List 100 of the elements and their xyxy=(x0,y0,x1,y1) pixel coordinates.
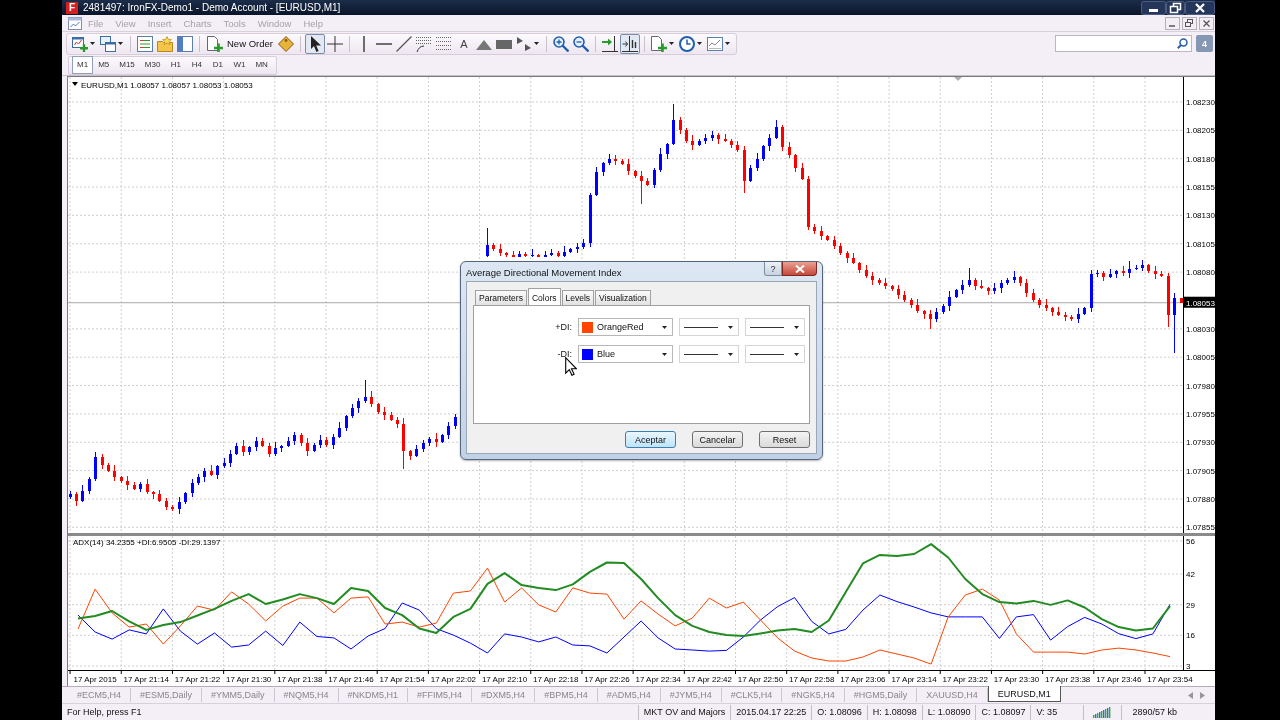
panel-icon[interactable] xyxy=(177,35,193,52)
timeframe-button[interactable]: H4 xyxy=(186,56,208,74)
status-cell: O: 1.08096 xyxy=(811,704,867,720)
timeframe-button[interactable]: M30 xyxy=(139,56,166,74)
line-sample-icon xyxy=(684,353,718,355)
signal-bars-icon xyxy=(1093,706,1113,718)
tab[interactable]: Parameters xyxy=(475,290,527,305)
diagonal-line-icon[interactable] xyxy=(395,35,412,52)
axis-shift-icon[interactable] xyxy=(619,33,640,54)
axis-label: 42 xyxy=(1186,570,1195,579)
caret-icon[interactable] xyxy=(118,42,123,45)
close-button[interactable] xyxy=(782,262,817,276)
time-label: 17 Apr 21:38 xyxy=(277,675,323,684)
caret-icon[interactable] xyxy=(728,325,733,329)
windows-icon[interactable] xyxy=(100,35,116,52)
axis-label: 56 xyxy=(1186,537,1195,546)
pointer-icon[interactable] xyxy=(304,33,325,54)
document-plus-icon[interactable] xyxy=(650,35,667,52)
indicator-legend: ADX(14) 34.2355 +DI:6.9505 -DI:29.1397 xyxy=(73,538,221,547)
zoom-out-icon[interactable] xyxy=(572,35,589,52)
status-cell: MKT OV and Majors xyxy=(637,704,731,720)
tab[interactable]: Colors xyxy=(527,288,561,306)
field-label: +DI: xyxy=(554,322,572,332)
caret-icon[interactable] xyxy=(662,325,667,329)
marker-triangle-icon xyxy=(954,77,962,81)
time-label: 17 Apr 22:10 xyxy=(481,675,528,684)
search-icon[interactable] xyxy=(1177,38,1188,49)
caret-icon[interactable] xyxy=(662,352,667,356)
candlestick xyxy=(434,432,438,448)
time-label: 17 Apr 21:46 xyxy=(328,675,374,684)
caret-icon[interactable] xyxy=(794,352,799,356)
close-icon[interactable] xyxy=(1185,0,1215,15)
timeframe-button[interactable]: D1 xyxy=(207,56,229,74)
help-button[interactable]: ? xyxy=(764,262,782,276)
dialog-button[interactable]: Cancelar xyxy=(692,431,743,448)
axis-arrow-icon[interactable] xyxy=(601,35,618,52)
candlestick xyxy=(222,457,226,469)
text-tool[interactable]: A xyxy=(455,35,472,52)
line-style-dropdown[interactable] xyxy=(679,318,739,336)
tab[interactable]: Visualization xyxy=(595,290,651,305)
caret-icon[interactable] xyxy=(728,352,733,356)
candlestick xyxy=(672,103,676,146)
caret-icon[interactable] xyxy=(724,42,730,45)
color-dropdown[interactable]: OrangeRed xyxy=(578,318,673,336)
caret-icon[interactable] xyxy=(90,42,95,45)
candlestick xyxy=(774,119,778,140)
line-sample-icon xyxy=(684,326,718,328)
timeframe-button[interactable]: MN xyxy=(250,56,273,74)
time-label: 17 Apr 22:34 xyxy=(635,675,681,684)
candlestick xyxy=(935,307,939,323)
time-label: 17 Apr 23:22 xyxy=(942,675,988,684)
timeframe-button[interactable]: M1 xyxy=(72,56,94,74)
timeframe-button[interactable]: H1 xyxy=(165,56,187,74)
caret-icon[interactable] xyxy=(668,42,674,45)
time-label: 17 Apr 2015 xyxy=(73,675,117,684)
caret-icon[interactable] xyxy=(794,325,799,329)
caret-icon[interactable] xyxy=(533,42,539,45)
price-label: 1.08155 xyxy=(1186,183,1215,193)
candlestick xyxy=(325,436,329,448)
caret-icon[interactable] xyxy=(696,42,702,45)
timeframe-button[interactable]: M15 xyxy=(114,56,140,74)
search-field[interactable] xyxy=(1055,35,1192,52)
price-label: 1.07880 xyxy=(1186,494,1215,504)
restore-icon[interactable] xyxy=(1166,0,1185,15)
close-icon[interactable] xyxy=(1199,16,1214,30)
channel-icon[interactable] xyxy=(415,35,432,52)
candlestick xyxy=(768,133,772,152)
clock-icon[interactable] xyxy=(678,35,695,52)
arrow-left-icon[interactable] xyxy=(1188,691,1193,699)
star-folder-icon[interactable] xyxy=(157,35,173,52)
candlestick xyxy=(1134,264,1138,271)
dialog-button[interactable]: Reset xyxy=(759,431,810,448)
candlestick xyxy=(190,478,194,498)
price-label: 1.07955 xyxy=(1186,409,1215,419)
line-width-dropdown[interactable] xyxy=(745,318,805,336)
dialog-button[interactable]: Aceptar xyxy=(625,431,676,448)
document-icon[interactable] xyxy=(68,16,82,30)
candlestick xyxy=(447,421,451,440)
chart-window-icon[interactable] xyxy=(706,35,723,52)
chart-plus-icon[interactable] xyxy=(72,35,88,52)
dropdown-triangle-icon[interactable] xyxy=(72,82,78,86)
arrow-right-icon[interactable] xyxy=(1200,691,1205,699)
zoom-in-icon[interactable] xyxy=(552,35,569,52)
timeframe-button[interactable]: W1 xyxy=(228,56,251,74)
symbol-tab[interactable]: EURUSD,M1 xyxy=(987,686,1061,702)
restore-icon[interactable] xyxy=(1182,16,1197,30)
axis-label: 3 xyxy=(1186,662,1191,671)
color-dropdown[interactable]: Blue xyxy=(578,345,673,363)
tab[interactable]: Levels xyxy=(561,290,595,305)
levels-icon[interactable] xyxy=(435,35,452,52)
dialog-title: Average Directional Movement Index xyxy=(466,266,623,278)
line-style-dropdown[interactable] xyxy=(679,345,739,363)
list-icon[interactable] xyxy=(137,35,153,52)
tag-icon[interactable] xyxy=(277,35,294,52)
timeframe-button[interactable]: M5 xyxy=(93,56,115,74)
minimize-icon[interactable] xyxy=(1141,0,1166,15)
line-width-dropdown[interactable] xyxy=(745,345,805,363)
arrows-icon[interactable] xyxy=(515,35,532,52)
candlestick xyxy=(203,467,207,483)
new-order-button[interactable]: New Order xyxy=(204,33,276,54)
